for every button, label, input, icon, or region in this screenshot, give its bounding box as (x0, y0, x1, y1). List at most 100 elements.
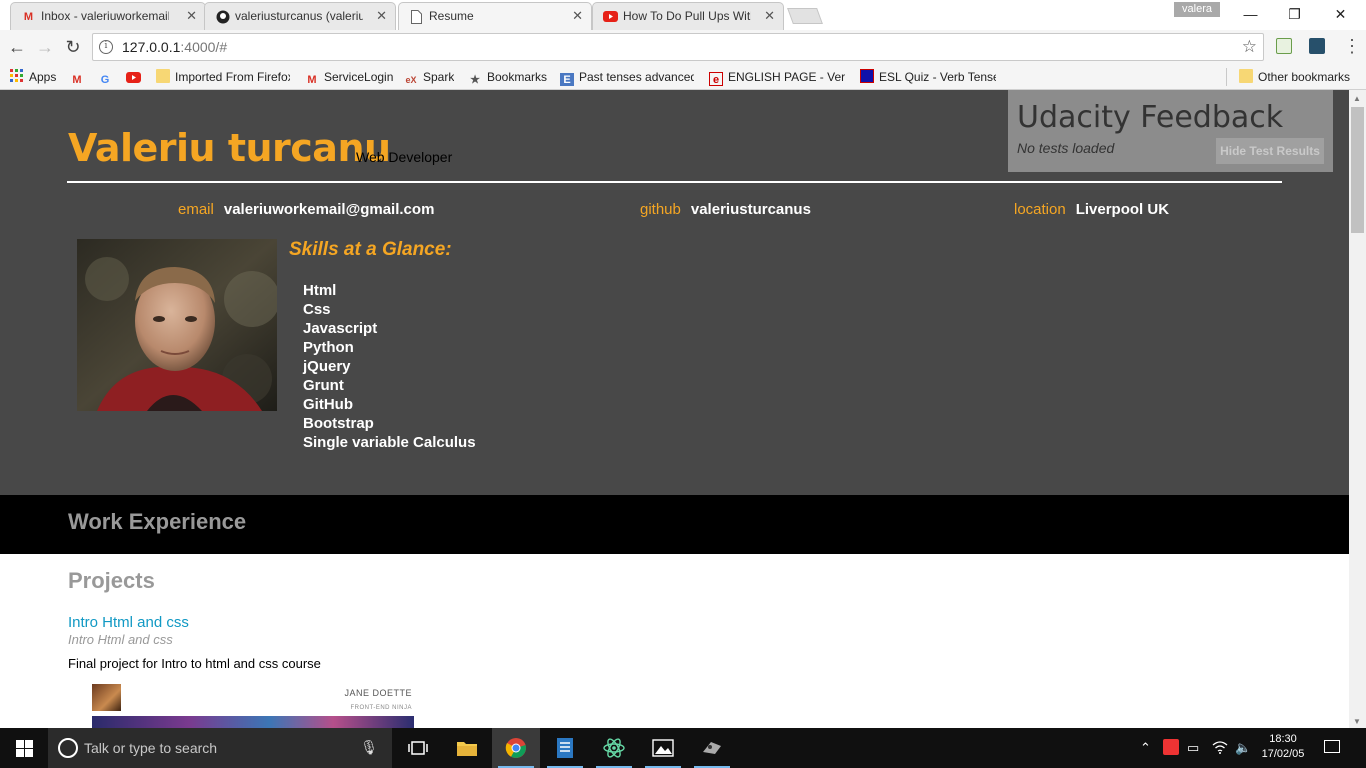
clock-time: 18:30 (1269, 733, 1297, 745)
work-experience-section: Work Experience (0, 495, 1349, 554)
battery-icon[interactable]: ▭ (1187, 740, 1199, 756)
resume-role: Web Developer (356, 149, 453, 165)
header-divider (67, 181, 1282, 183)
scroll-down-arrow-icon[interactable]: ▼ (1353, 717, 1361, 726)
window-close-icon[interactable]: ✕ (1318, 0, 1363, 28)
show-hidden-icons-icon[interactable]: ⌃ (1140, 740, 1151, 756)
bookmark-esl-quiz[interactable]: ESL Quiz - Verb Tenses (860, 68, 996, 86)
feedback-status: No tests loaded (1017, 140, 1115, 156)
menu-icon[interactable]: ⋮ (1343, 36, 1361, 57)
wifi-icon[interactable] (1212, 740, 1228, 757)
bookmark-spark[interactable]: eX Spark (404, 68, 454, 86)
back-arrow-icon[interactable]: ← (5, 35, 29, 59)
taskbar-clock[interactable]: 18:30 17/02/05 (1256, 732, 1310, 762)
start-button[interactable] (0, 728, 48, 768)
scrollbar-thumb[interactable] (1351, 107, 1364, 233)
work-experience-heading: Work Experience (68, 509, 247, 534)
document-icon (409, 9, 424, 24)
hide-test-results-button[interactable]: Hide Test Results (1216, 138, 1324, 164)
bookmark-apps[interactable]: Apps (10, 68, 56, 86)
new-tab-button[interactable] (787, 8, 823, 24)
bookmark-star-icon[interactable]: ☆ (1242, 37, 1257, 57)
bookmark-past-tenses[interactable]: E Past tenses advanced (560, 68, 694, 86)
taskbar-search[interactable]: Talk or type to search 🎙 (48, 728, 392, 768)
close-icon[interactable]: ✕ (186, 3, 197, 29)
thumbnail-avatar (92, 684, 121, 711)
tab-title: How To Do Pull Ups With (623, 9, 751, 23)
tab-github[interactable]: valeriusturcanus (valeriu) ✕ (204, 2, 396, 30)
bookmark-other[interactable]: Other bookmarks (1239, 68, 1350, 86)
folder-icon (156, 69, 170, 83)
atom-editor-icon[interactable] (590, 728, 638, 768)
bookmark-gmail[interactable]: M (70, 68, 89, 86)
skill-item: Grunt (303, 377, 344, 394)
forward-arrow-icon[interactable]: → (33, 35, 57, 59)
bookmark-english-page[interactable]: e ENGLISH PAGE - Verb (709, 68, 845, 86)
gmail-icon: M (23, 10, 34, 23)
file-explorer-icon[interactable] (443, 728, 491, 768)
tab-title: Inbox - valeriuworkemail (41, 9, 169, 23)
contact-email: email valeriuworkemail@gmail.com (178, 201, 434, 218)
url-text[interactable]: 127.0.0.1:4000/# (122, 39, 227, 55)
contact-value[interactable]: valeriuworkemail@gmail.com (224, 201, 435, 218)
bookmark-imported-firefox[interactable]: Imported From Firefox (156, 68, 290, 86)
udacity-extension-icon[interactable] (1309, 38, 1325, 54)
tab-title: Resume (429, 9, 474, 23)
scroll-up-arrow-icon[interactable]: ▲ (1353, 94, 1361, 103)
microphone-icon[interactable]: 🎙 (360, 739, 378, 756)
bookmark-bookmarks[interactable]: ★ Bookmarks (468, 68, 547, 86)
browser-toolbar: ← → ↻ i 127.0.0.1:4000/# ☆ ⋮ (0, 30, 1366, 64)
page-viewport: Valeriu turcanu Web Developer email valer… (0, 90, 1349, 728)
close-icon[interactable]: ✕ (764, 3, 775, 29)
contact-key: email (178, 201, 214, 218)
antivirus-icon[interactable] (1163, 739, 1179, 755)
project-title-link[interactable]: Intro Html and css (68, 614, 189, 631)
project-date: Intro Html and css (68, 632, 173, 647)
project-thumbnail: JANE DOETTE FRONT-END NINJA (92, 684, 414, 728)
tab-youtube[interactable]: How To Do Pull Ups With ✕ (592, 2, 784, 30)
close-icon[interactable]: ✕ (572, 3, 583, 29)
info-icon[interactable]: i (99, 40, 113, 54)
contact-location: location Liverpool UK (1014, 201, 1169, 218)
tab-resume[interactable]: Resume ✕ (398, 2, 592, 30)
resume-name: Valeriu turcanu (68, 126, 391, 170)
action-center-icon[interactable] (1324, 740, 1340, 753)
gmail-icon: M (307, 74, 317, 86)
chrome-taskbar-icon[interactable] (492, 728, 540, 768)
contact-github: github valeriusturcanus (640, 201, 811, 218)
photos-icon[interactable] (639, 728, 687, 768)
thumbnail-subtitle: FRONT-END NINJA (350, 705, 412, 711)
tab-strip: M Inbox - valeriuworkemail ✕ valeriustur… (0, 0, 1366, 30)
bookmark-separator (1226, 68, 1227, 86)
bookmark-servicelogin[interactable]: M ServiceLogin (305, 68, 393, 86)
profile-badge[interactable]: valera (1174, 2, 1220, 17)
contact-value: Liverpool UK (1075, 201, 1170, 218)
reload-icon[interactable]: ↻ (61, 35, 85, 59)
skill-item: Single variable Calculus (303, 434, 476, 451)
bookmark-google[interactable]: G (98, 68, 117, 86)
contact-key: github (640, 201, 681, 218)
sheets-extension-icon[interactable] (1276, 38, 1292, 54)
thumbnail-banner (92, 716, 414, 728)
app-taskbar-icon[interactable] (688, 728, 736, 768)
skill-item: Python (303, 339, 354, 356)
restore-icon[interactable]: ❐ (1272, 0, 1317, 28)
tab-inbox[interactable]: M Inbox - valeriuworkemail ✕ (10, 2, 206, 30)
notepad-icon[interactable] (541, 728, 589, 768)
contact-value[interactable]: valeriusturcanus (691, 201, 811, 218)
e-icon: E (560, 73, 574, 86)
task-view-icon[interactable] (394, 728, 442, 768)
tab-title: valeriusturcanus (valeriu) (235, 9, 363, 23)
udacity-feedback-panel: Udacity Feedback No tests loaded Hide Te… (1008, 90, 1333, 172)
clock-date: 17/02/05 (1261, 748, 1305, 760)
address-bar[interactable]: i 127.0.0.1:4000/# ☆ (92, 33, 1264, 61)
star-icon: ★ (470, 74, 480, 86)
page-scrollbar[interactable]: ▲ ▼ (1349, 90, 1366, 728)
bookmark-youtube[interactable] (126, 68, 145, 86)
skills-heading: Skills at a Glance: (289, 239, 452, 260)
project-description: Final project for Intro to html and css … (68, 656, 321, 671)
volume-icon[interactable]: 🔈 (1235, 740, 1251, 756)
close-icon[interactable]: ✕ (376, 3, 387, 29)
minimize-icon[interactable]: — (1228, 0, 1273, 28)
esl-icon (860, 69, 874, 83)
